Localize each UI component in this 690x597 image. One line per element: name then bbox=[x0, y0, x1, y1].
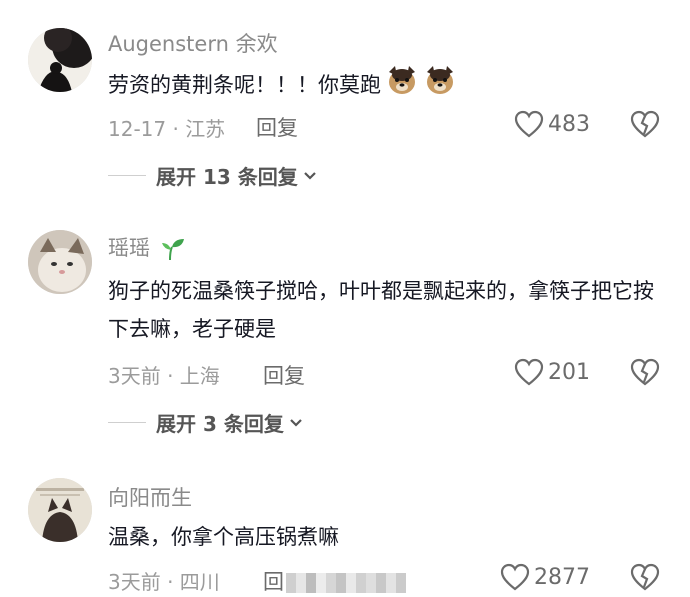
broken-heart-icon bbox=[630, 563, 660, 591]
reply-button[interactable]: 回 bbox=[263, 566, 406, 596]
username[interactable]: 向阳而生 bbox=[108, 482, 192, 512]
dislike-button[interactable] bbox=[630, 563, 660, 595]
chevron-down-icon bbox=[303, 171, 316, 180]
redaction-mosaic bbox=[286, 573, 406, 593]
comment-text: 劳资的黄荆条呢！！！你莫跑 bbox=[108, 64, 663, 108]
broken-heart-icon bbox=[630, 110, 660, 138]
username-label: 瑶瑶 bbox=[108, 236, 150, 260]
comment-meta: 3天前 · 四川 bbox=[108, 570, 220, 594]
heart-outline-icon bbox=[514, 358, 544, 386]
username[interactable]: Augenstern 余欢 bbox=[108, 28, 278, 58]
expand-replies-button[interactable]: 展开 3 条回复 bbox=[108, 408, 304, 437]
dog-emoji-icon bbox=[423, 64, 457, 108]
dislike-button[interactable] bbox=[630, 110, 660, 142]
like-button[interactable]: 2877 bbox=[500, 563, 590, 591]
like-count: 2877 bbox=[534, 564, 590, 590]
expand-label: 展开 13 条回复 bbox=[156, 165, 298, 189]
comment-meta: 12-17 · 江苏 bbox=[108, 117, 226, 141]
like-button[interactable]: 483 bbox=[514, 110, 590, 138]
avatar[interactable] bbox=[28, 478, 92, 542]
heart-outline-icon bbox=[500, 563, 530, 591]
sprout-icon bbox=[161, 239, 184, 261]
reply-button[interactable]: 回复 bbox=[263, 360, 305, 390]
expand-label: 展开 3 条回复 bbox=[156, 412, 284, 436]
like-count: 483 bbox=[548, 111, 590, 137]
like-count: 201 bbox=[548, 359, 590, 385]
comment-meta: 3天前 · 上海 bbox=[108, 364, 220, 388]
dog-emoji-icon bbox=[385, 64, 419, 108]
avatar[interactable] bbox=[28, 28, 92, 92]
dislike-button[interactable] bbox=[630, 358, 660, 390]
expand-replies-button[interactable]: 展开 13 条回复 bbox=[108, 161, 318, 190]
chevron-down-icon bbox=[290, 418, 302, 427]
username[interactable]: 瑶瑶 bbox=[108, 232, 186, 262]
reply-button[interactable]: 回复 bbox=[256, 112, 298, 142]
divider bbox=[108, 175, 146, 176]
heart-outline-icon bbox=[514, 110, 544, 138]
divider bbox=[108, 422, 146, 423]
like-button[interactable]: 201 bbox=[514, 358, 590, 386]
comment-body: 劳资的黄荆条呢！！！你莫跑 bbox=[108, 73, 381, 97]
reply-label: 回 bbox=[263, 570, 284, 594]
broken-heart-icon bbox=[630, 358, 660, 386]
avatar[interactable] bbox=[28, 230, 92, 294]
comment-text: 温桑，你拿个高压锅煮嘛 bbox=[108, 525, 339, 549]
comment-text: 狗子的死温桑筷子搅哈，叶叶都是飘起来的，拿筷子把它按下去嘛，老子硬是 bbox=[108, 279, 654, 341]
